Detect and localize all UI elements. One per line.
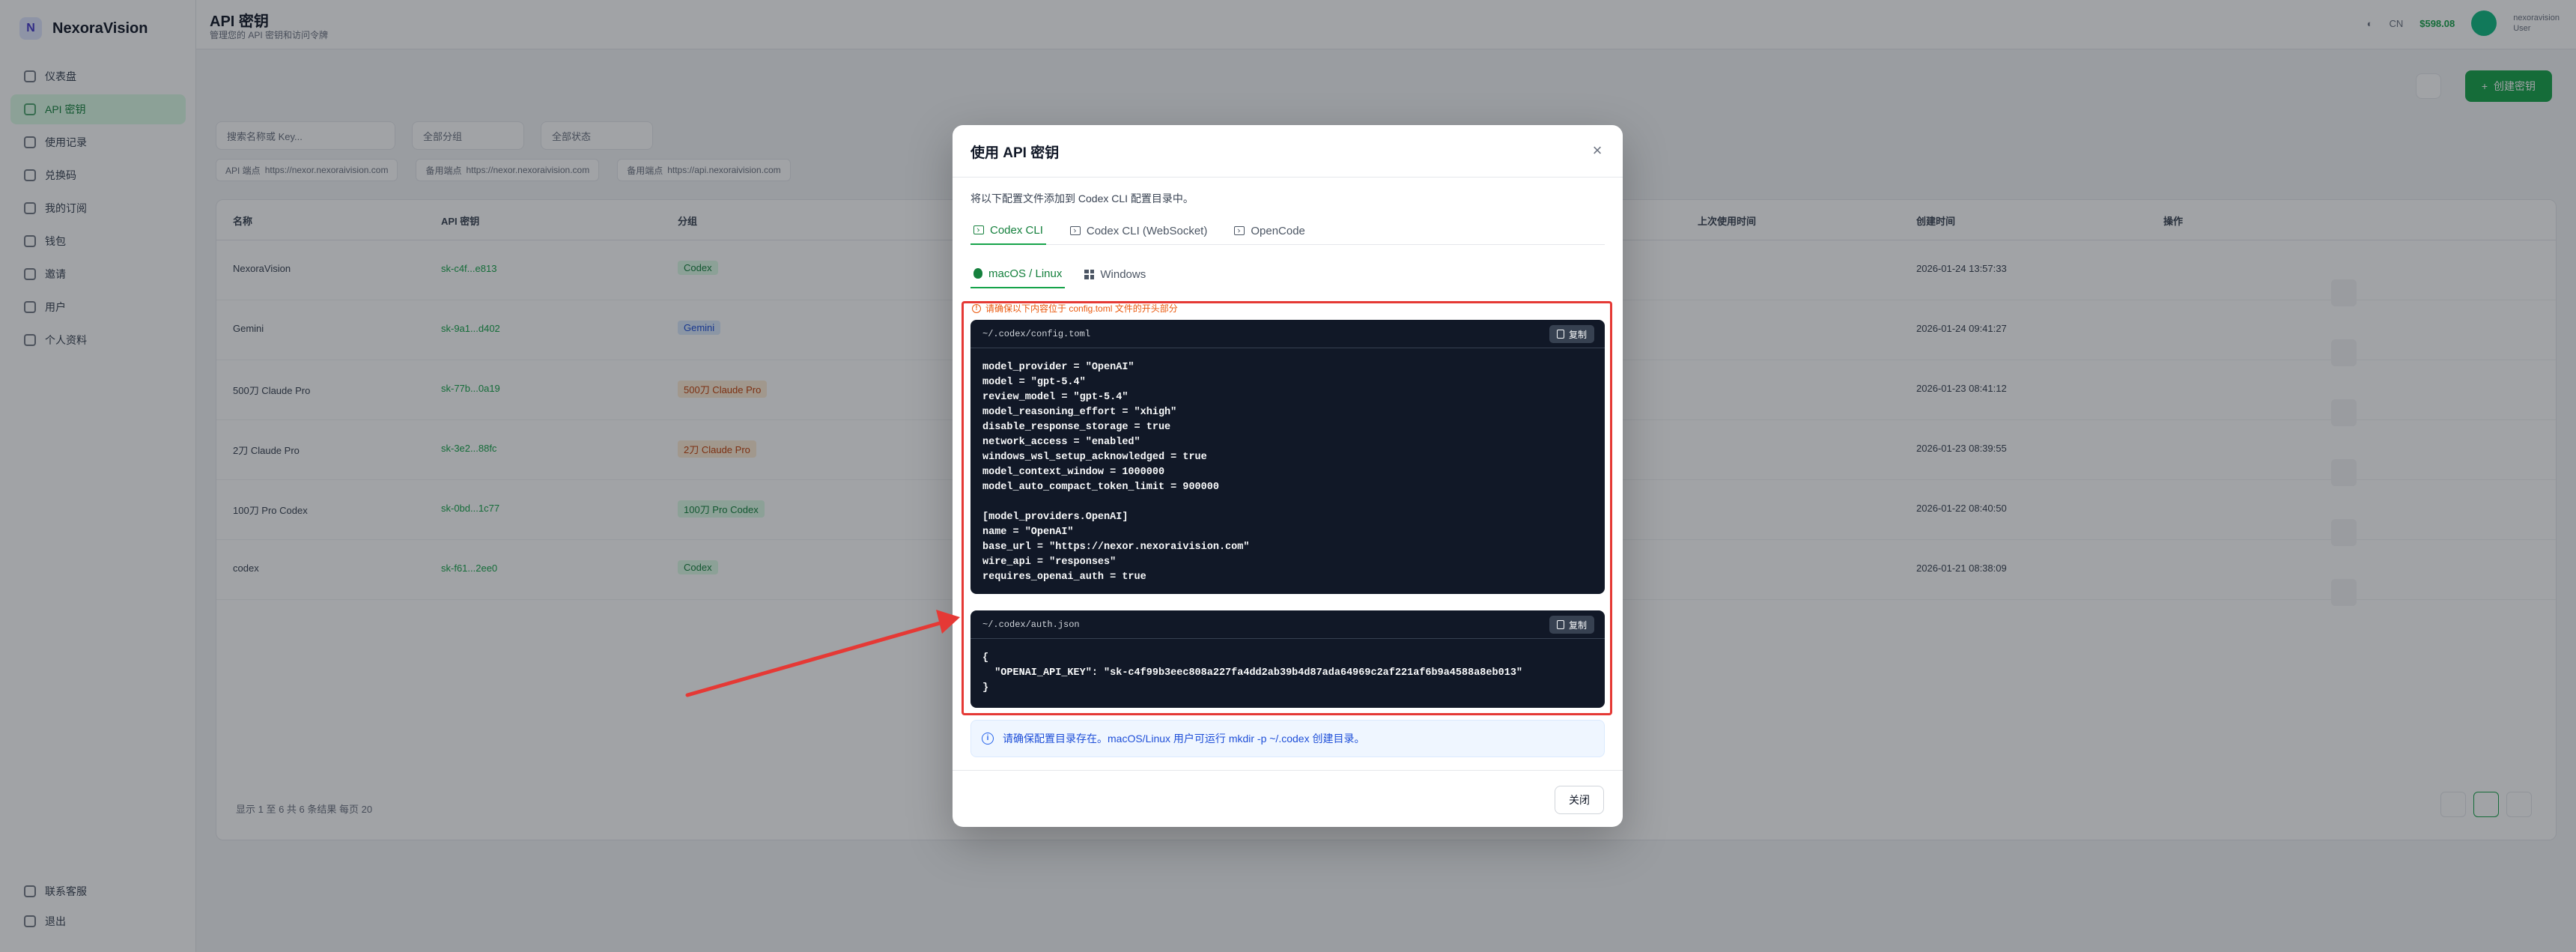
client-tabs: Codex CLI Codex CLI (WebSocket) OpenCode <box>970 216 1605 245</box>
modal-header: 使用 API 密钥 × <box>953 125 1623 178</box>
tab-label: OpenCode <box>1251 224 1305 237</box>
terminal-icon <box>1234 226 1245 235</box>
tab-macos-linux[interactable]: macOS / Linux <box>970 260 1066 288</box>
info-icon: i <box>982 733 994 745</box>
tab-label: Windows <box>1100 267 1146 281</box>
tab-opencode[interactable]: OpenCode <box>1231 216 1308 245</box>
close-button[interactable]: 关闭 <box>1555 786 1604 814</box>
terminal-icon <box>973 225 984 234</box>
info-note: i 请确保配置目录存在。macOS/Linux 用户可运行 mkdir -p ~… <box>970 720 1605 757</box>
os-tabs: macOS / Linux Windows <box>970 260 1149 288</box>
tab-label: Codex CLI (WebSocket) <box>1086 224 1208 237</box>
annotation-highlight-box <box>962 301 1612 715</box>
tab-label: Codex CLI <box>990 223 1043 237</box>
modal-title: 使用 API 密钥 <box>970 145 1060 161</box>
tab-codex-cli[interactable]: Codex CLI <box>970 216 1046 245</box>
tab-windows[interactable]: Windows <box>1081 260 1149 288</box>
modal-footer: 关闭 <box>953 770 1623 827</box>
terminal-icon <box>1069 226 1081 235</box>
info-text: 请确保配置目录存在。macOS/Linux 用户可运行 mkdir -p ~/.… <box>1003 733 1365 745</box>
tab-codex-cli-websocket[interactable]: Codex CLI (WebSocket) <box>1067 216 1210 245</box>
modal-description: 将以下配置文件添加到 Codex CLI 配置目录中。 <box>970 192 1194 204</box>
apple-icon <box>973 268 982 279</box>
close-icon[interactable]: × <box>1588 142 1606 160</box>
tab-label: macOS / Linux <box>988 267 1063 280</box>
windows-icon <box>1084 269 1095 279</box>
